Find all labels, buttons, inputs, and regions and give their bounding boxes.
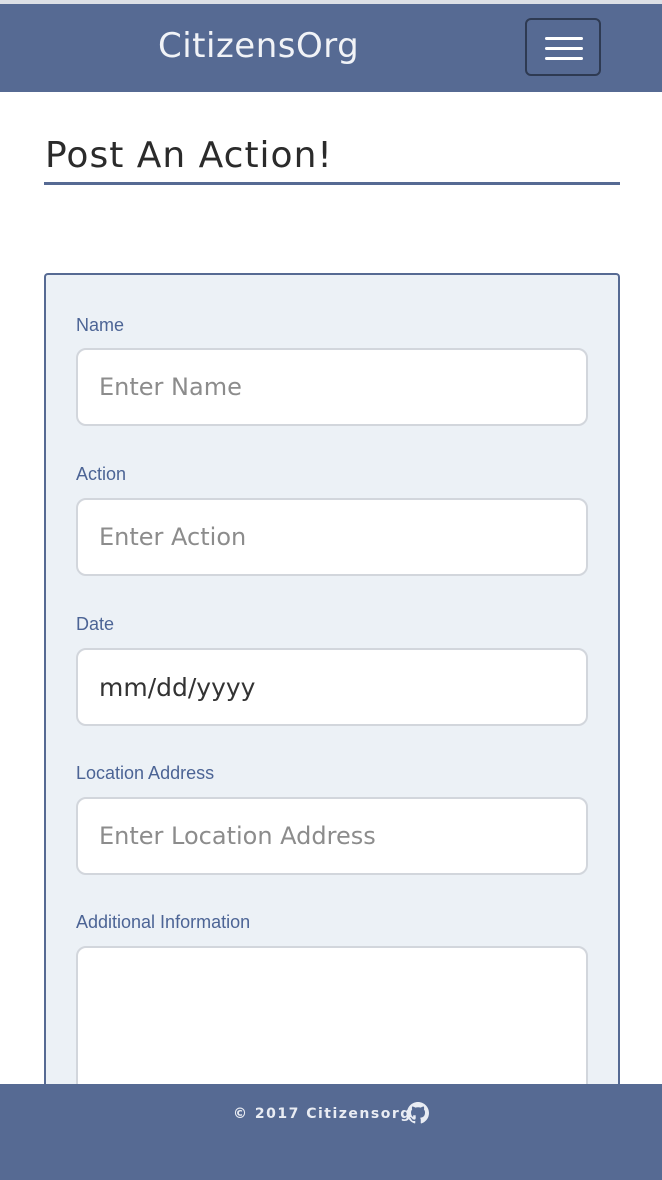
menu-toggle-button[interactable] xyxy=(525,18,601,76)
hamburger-menu-icon xyxy=(545,37,583,40)
hamburger-menu-icon-bar xyxy=(545,57,583,60)
hamburger-menu-icon-bar xyxy=(545,47,583,50)
post-action-form: Name Action Date mm/dd/yyyy Location Add… xyxy=(44,273,620,1126)
title-divider xyxy=(44,182,620,185)
date-label: Date xyxy=(76,614,115,634)
page: CitizensOrg Post An Action! Name Action … xyxy=(0,0,662,1180)
action-input[interactable] xyxy=(76,498,588,576)
additional-information-label: Additional Information xyxy=(76,912,251,932)
date-input[interactable]: mm/dd/yyyy xyxy=(76,648,588,726)
location-address-input[interactable] xyxy=(76,797,588,875)
location-address-label: Location Address xyxy=(76,763,215,783)
name-input[interactable] xyxy=(76,348,588,426)
name-label: Name xyxy=(76,315,125,335)
page-title: Post An Action! xyxy=(45,135,333,176)
github-icon[interactable] xyxy=(407,1102,429,1124)
action-label: Action xyxy=(76,464,127,484)
footer: © 2017 Citizensorg. xyxy=(0,1084,662,1180)
brand-logo-link[interactable]: CitizensOrg xyxy=(158,26,359,66)
copyright-text: © 2017 Citizensorg. xyxy=(233,1106,419,1122)
navbar: CitizensOrg xyxy=(0,0,662,92)
